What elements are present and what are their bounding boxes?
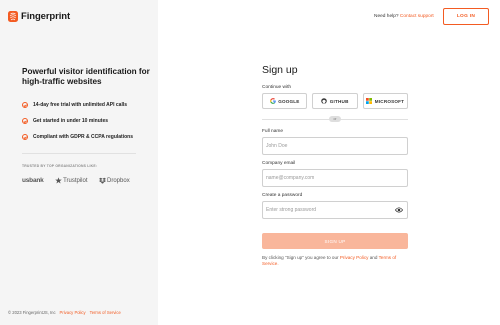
feature-item: Get started in under 10 minutes <box>22 113 158 129</box>
left-panel: Fingerprint Powerful visitor identificat… <box>0 0 158 325</box>
google-signup-button[interactable]: GOOGLE <box>262 93 308 109</box>
feature-text: 14-day free trial with unlimited API cal… <box>33 102 128 108</box>
footer-privacy-link[interactable]: Privacy Policy <box>60 310 86 315</box>
footer: © 2023 FingerprintJS, Inc Privacy Policy… <box>8 310 121 315</box>
github-icon <box>321 98 328 104</box>
github-label: GITHUB <box>329 98 349 104</box>
usbank-logo-text: usbank <box>22 177 44 184</box>
feature-item: 14-day free trial with unlimited API cal… <box>22 97 158 113</box>
feature-text: Get started in under 10 minutes <box>33 118 109 124</box>
full-name-field-group: Full name <box>262 129 408 155</box>
help-text: Need help? Contact support <box>374 14 434 19</box>
password-wrapper <box>262 201 408 219</box>
trustpilot-logo: Trustpilot <box>54 177 88 184</box>
signup-button[interactable]: SIGN UP <box>262 233 408 249</box>
footer-terms-link[interactable]: Terms of Service <box>90 310 121 315</box>
dropbox-logo: Dropbox <box>98 177 130 184</box>
logo-text: Fingerprint <box>21 11 71 22</box>
or-label: or <box>329 115 341 122</box>
password-field-group: Create a password <box>262 193 408 219</box>
sso-buttons: GOOGLE GITHUB MICROSOFT <box>262 93 408 109</box>
email-field-group: Company email <box>262 161 408 187</box>
feature-text: Compliant with GDPR & CCPA regulations <box>33 134 134 140</box>
dropbox-logo-text: Dropbox <box>107 177 130 184</box>
google-label: GOOGLE <box>278 98 300 104</box>
trusted-logos: usbank Trustpilot Dropbox <box>22 177 130 184</box>
full-name-input[interactable] <box>262 137 408 155</box>
hero-title: Powerful visitor identification for high… <box>22 67 150 86</box>
trustpilot-logo-text: Trustpilot <box>63 177 88 184</box>
feature-item: Compliant with GDPR & CCPA regulations <box>22 129 158 145</box>
microsoft-icon <box>366 98 373 104</box>
login-button[interactable]: LOG IN <box>443 8 489 25</box>
password-label: Create a password <box>262 193 303 198</box>
password-input[interactable] <box>262 201 408 219</box>
terms-and: and <box>369 255 378 260</box>
full-name-label: Full name <box>262 129 284 134</box>
divider <box>22 153 136 154</box>
feature-list: 14-day free trial with unlimited API cal… <box>22 97 158 145</box>
email-label: Company email <box>262 161 296 166</box>
usbank-logo: usbank <box>22 177 44 184</box>
github-signup-button[interactable]: GITHUB <box>312 93 358 109</box>
microsoft-signup-button[interactable]: MICROSOFT <box>362 93 408 109</box>
terms-text: By clicking "Sign up" you agree to our P… <box>262 255 408 267</box>
email-input[interactable] <box>262 169 408 187</box>
check-circle-icon <box>22 118 28 124</box>
continue-with-label: Continue with <box>262 85 292 90</box>
google-icon <box>269 98 276 104</box>
terms-prefix: By clicking "Sign up" you agree to our <box>262 255 339 260</box>
check-circle-icon <box>22 102 28 108</box>
eye-icon[interactable] <box>395 206 403 214</box>
dropbox-icon <box>98 177 106 184</box>
page-title: Sign up <box>262 64 298 76</box>
privacy-policy-link[interactable]: Privacy Policy <box>340 255 369 260</box>
logo[interactable]: Fingerprint <box>8 11 70 22</box>
signup-form: Sign up Continue with GOOGLE GITHUB MICR… <box>262 64 408 267</box>
help-label: Need help? <box>374 14 399 19</box>
star-icon <box>54 177 62 184</box>
microsoft-label: MICROSOFT <box>374 98 405 104</box>
contact-support-link[interactable]: Contact support <box>400 14 434 19</box>
check-circle-icon <box>22 134 28 140</box>
copyright-text: © 2023 FingerprintJS, Inc <box>8 310 56 315</box>
trusted-by-label: TRUSTED BY TOP ORGANIZATIONS LIKE: <box>22 164 98 168</box>
or-divider: or <box>262 114 408 123</box>
fingerprint-logo-icon <box>8 11 18 22</box>
